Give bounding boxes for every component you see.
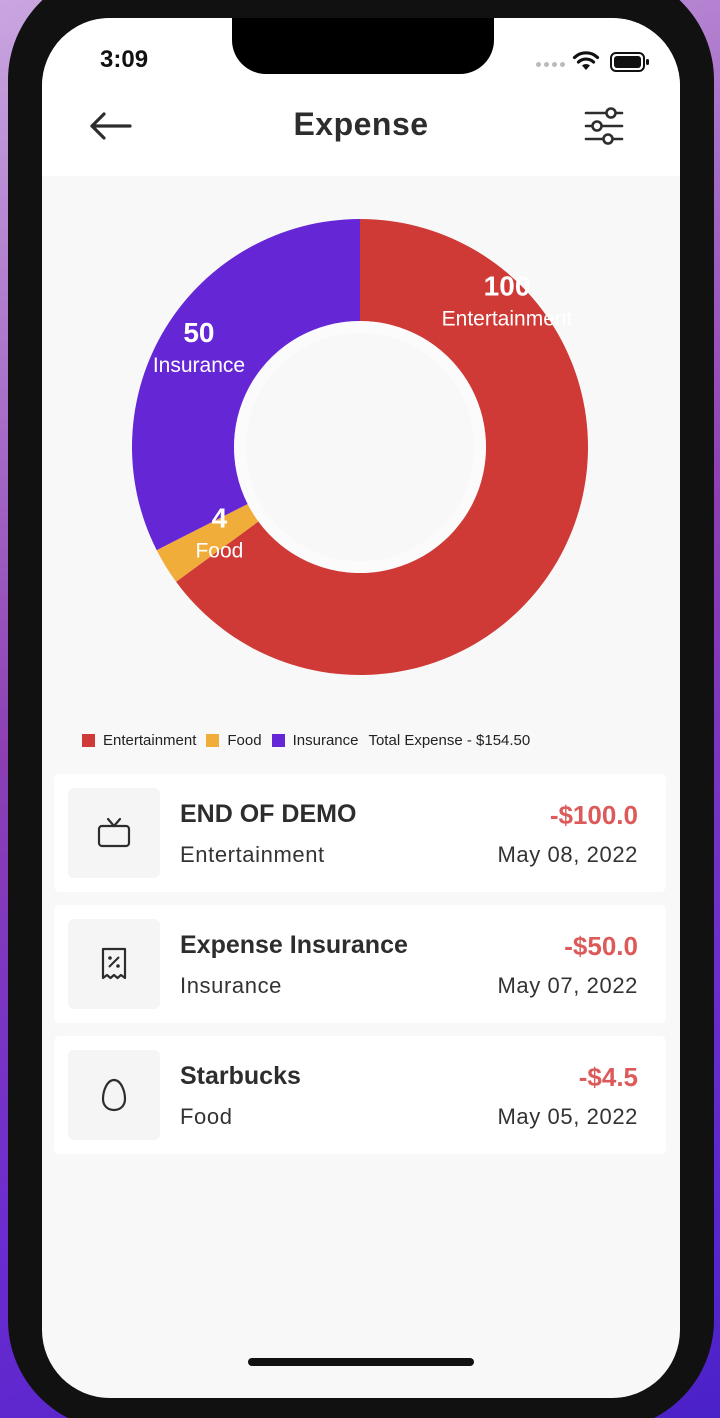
home-indicator (248, 1358, 474, 1366)
transaction-list: END OF DEMO Entertainment -$100.0 May 08… (54, 774, 666, 1167)
legend-item-entertainment: Entertainment (82, 732, 196, 749)
legend-swatch (271, 734, 285, 747)
chart-legend: Entertainment Food Insurance Total Expen… (82, 732, 530, 749)
transaction-card[interactable]: Expense Insurance Insurance -$50.0 May 0… (54, 905, 666, 1023)
expense-chart: 100 Entertainment 4 Food 50 Insurance (42, 176, 680, 756)
status-time: 3:09 (100, 46, 149, 73)
transaction-title: Starbucks (180, 1062, 301, 1090)
notch (232, 18, 494, 74)
transaction-card[interactable]: END OF DEMO Entertainment -$100.0 May 08… (54, 774, 666, 892)
transaction-date: May 05, 2022 (497, 1104, 638, 1129)
transaction-title: Expense Insurance (180, 931, 408, 959)
filter-sliders-icon (584, 107, 624, 145)
transaction-icon-box (68, 919, 160, 1009)
transaction-amount: -$50.0 (564, 931, 638, 961)
battery-icon (610, 52, 649, 72)
transaction-category: Entertainment (180, 842, 325, 867)
transaction-date: May 07, 2022 (497, 973, 638, 998)
receipt-icon (101, 947, 127, 980)
slice-value-label: 4 (212, 502, 228, 533)
total-expense: Total Expense - $154.50 (368, 732, 531, 749)
tv-icon (97, 817, 131, 848)
app-header: Expense (42, 98, 680, 176)
transaction-card[interactable]: Starbucks Food -$4.5 May 05, 2022 (54, 1036, 666, 1154)
legend-swatch (82, 734, 95, 747)
legend-swatch (206, 734, 220, 747)
legend-label: Insurance (292, 732, 359, 749)
transaction-amount: -$100.0 (549, 800, 638, 830)
donut-chart: 100 Entertainment 4 Food 50 Insurance (132, 219, 589, 675)
wifi-icon (572, 51, 600, 70)
slice-value-label: 50 (183, 317, 214, 348)
slice-name-label: Entertainment (442, 307, 573, 330)
slice-name-label: Insurance (153, 354, 245, 377)
filter-button[interactable] (582, 104, 626, 148)
legend-label: Food (227, 732, 262, 749)
app-screen: 3:09 Expense 100 Entertainment 4 Food 50… (42, 18, 680, 1398)
legend-item-food: Food (206, 732, 262, 749)
donut-hole (246, 333, 474, 561)
legend-item-insurance: Insurance (271, 732, 359, 749)
transaction-title: END OF DEMO (180, 800, 357, 828)
transaction-category: Insurance (180, 973, 283, 998)
cellular-signal-icon (536, 62, 565, 67)
legend-label: Entertainment (103, 732, 197, 749)
slice-value-label: 100 (484, 270, 531, 301)
transaction-date: May 08, 2022 (497, 842, 638, 867)
egg-icon (101, 1078, 127, 1112)
transaction-icon-box (68, 1050, 160, 1140)
transaction-amount: -$4.5 (578, 1062, 638, 1092)
transaction-icon-box (68, 788, 160, 878)
transaction-category: Food (180, 1104, 233, 1129)
slice-name-label: Food (195, 539, 243, 562)
